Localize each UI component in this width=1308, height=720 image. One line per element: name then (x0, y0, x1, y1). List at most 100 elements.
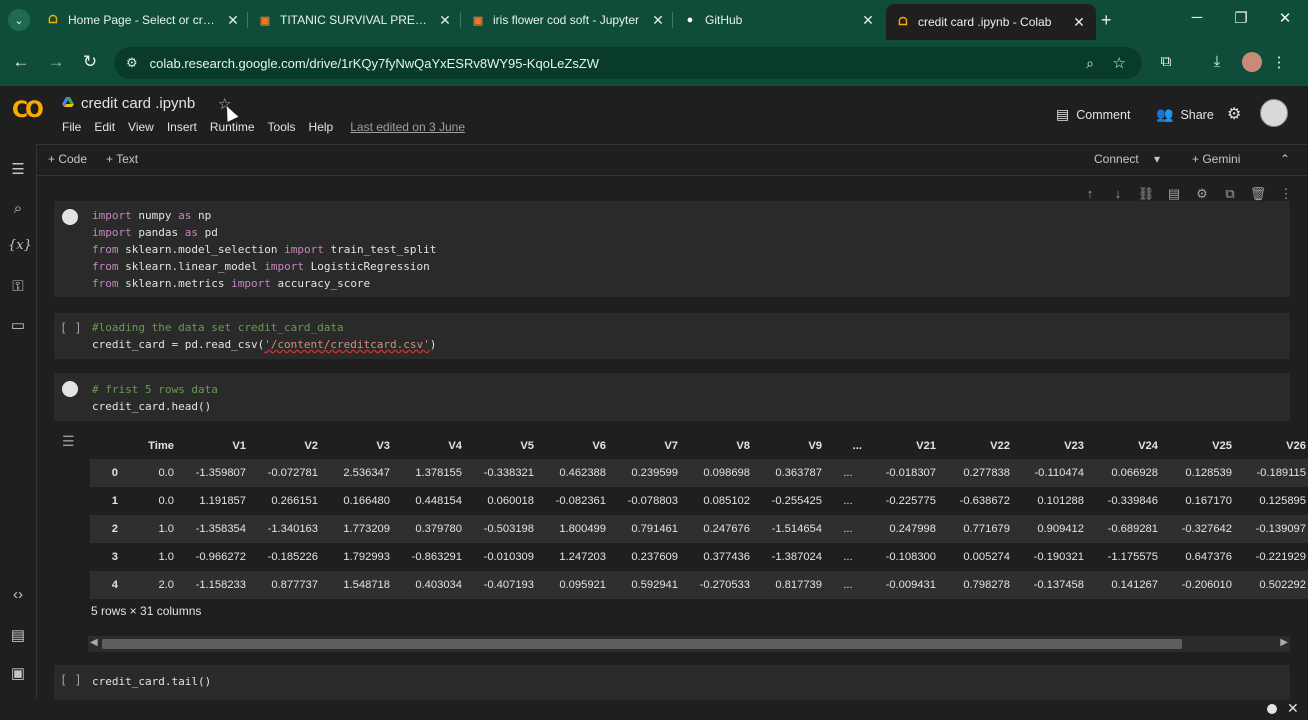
run-cell-button[interactable] (62, 381, 78, 397)
table-cell: -1.158233 (195, 579, 246, 591)
table-cell: -0.225775 (885, 495, 936, 507)
download-icon[interactable]: ⤓ (1206, 53, 1228, 70)
close-icon[interactable]: ✕ (651, 12, 665, 29)
browser-tab-iris[interactable]: ▣ iris flower cod soft - Jupyter ✕ (471, 6, 665, 34)
code-cell-load-data[interactable]: [ ] #loading the data set credit_card_da… (54, 313, 1290, 359)
back-icon[interactable]: ← (10, 52, 32, 72)
secrets-key-icon[interactable]: ⚿ (8, 278, 28, 295)
cell-settings-icon[interactable]: ⚙ (1188, 186, 1216, 202)
horizontal-scrollbar[interactable]: ◀ ▶ (88, 636, 1290, 652)
menu-runtime[interactable]: Runtime (210, 120, 255, 134)
table-cell: -1.358354 (195, 523, 246, 535)
close-panel-icon[interactable]: ✕ (1287, 700, 1299, 717)
run-cell-button[interactable]: [ ] (60, 321, 82, 335)
table-cell: 1.378155 (415, 467, 462, 479)
new-tab-icon[interactable]: + (1101, 10, 1112, 31)
menu-view[interactable]: View (128, 120, 154, 134)
add-text-button[interactable]: + Text (106, 152, 138, 166)
forward-icon[interactable]: → (45, 52, 67, 72)
move-down-icon[interactable]: ↓ (1104, 186, 1132, 202)
browser-tab-titanic[interactable]: ▣ TITANIC SURVIVAL PREDICTI ✕ (258, 6, 452, 34)
extensions-icon[interactable]: ⧉ (1155, 53, 1177, 70)
copy-icon[interactable]: ⧉ (1216, 186, 1244, 202)
menu-edit[interactable]: Edit (94, 120, 115, 134)
output-options-icon[interactable]: ☰ (62, 433, 75, 450)
delete-icon[interactable]: 🗑 (1244, 186, 1272, 202)
link-icon[interactable]: ⛓ (1132, 186, 1160, 202)
last-edited-link[interactable]: Last edited on 3 June (350, 120, 465, 134)
menu-file[interactable]: File (62, 120, 81, 134)
collapse-chevron-icon[interactable]: ⌃ (1280, 152, 1290, 166)
cell-code[interactable]: # frist 5 rows data credit_card.head() (92, 381, 218, 415)
code-cell-imports[interactable]: import numpy as np import pandas as pd f… (54, 201, 1290, 297)
command-palette-icon[interactable]: ▤ (8, 626, 28, 644)
code-cell-tail[interactable]: [ ] credit_card.tail() (54, 665, 1290, 700)
scroll-right-icon[interactable]: ▶ (1280, 637, 1288, 648)
column-header: V8 (736, 440, 750, 452)
table-cell: 0.817739 (775, 579, 822, 591)
menu-help[interactable]: Help (309, 120, 334, 134)
more-icon[interactable]: ⋮ (1272, 186, 1300, 202)
column-header: V24 (1138, 440, 1158, 452)
comment-icon[interactable]: ▤ (1160, 186, 1188, 202)
user-avatar[interactable] (1260, 99, 1288, 127)
bookmark-star-icon[interactable]: ☆ (1113, 54, 1126, 72)
close-icon[interactable]: ✕ (226, 12, 240, 29)
row-index: 0 (111, 467, 118, 479)
reload-icon[interactable]: ↻ (79, 52, 101, 72)
variables-icon[interactable]: {x} (8, 238, 32, 253)
code-string: '/content/creditcard.csv' (264, 338, 430, 351)
notebook-title[interactable]: credit card .ipynb (81, 95, 195, 112)
scroll-left-icon[interactable]: ◀ (90, 637, 98, 648)
close-icon[interactable]: ✕ (438, 12, 452, 29)
table-cell: -0.638672 (959, 495, 1010, 507)
search-icon[interactable]: ⌕ (1086, 55, 1094, 72)
address-bar[interactable]: ⚙ colab.research.google.com/drive/1rKQy7… (114, 47, 1142, 79)
table-cell: 0.448154 (415, 495, 462, 507)
tab-search-chevron-icon[interactable]: ⌄ (8, 9, 30, 31)
code-snippets-icon[interactable]: ‹› (8, 586, 28, 603)
run-cell-button[interactable] (62, 209, 78, 225)
table-cell: 0.085102 (703, 495, 750, 507)
notebook-toolbar: + Code + Text Connect ▾ + Gemini ⌃ (36, 144, 1308, 176)
table-cell: -0.503198 (483, 523, 534, 535)
menu-tools[interactable]: Tools (268, 120, 296, 134)
minimize-icon[interactable]: ─ (1182, 9, 1212, 26)
table-cell: -0.255425 (771, 495, 822, 507)
close-icon[interactable]: ✕ (861, 12, 875, 29)
tab-label: GitHub (705, 13, 743, 27)
share-button[interactable]: 👥 Share (1156, 106, 1214, 123)
scrollbar-thumb[interactable] (102, 639, 1182, 649)
connect-button[interactable]: Connect (1094, 152, 1139, 166)
restore-icon[interactable]: ❐ (1226, 9, 1256, 27)
browser-tab-home[interactable]: ᗝ Home Page - Select or create ✕ (46, 6, 240, 34)
status-indicator[interactable] (1267, 704, 1277, 714)
profile-avatar[interactable] (1242, 52, 1262, 72)
tab-label: TITANIC SURVIVAL PREDICTI (280, 13, 432, 27)
search-icon[interactable]: ⌕ (8, 200, 28, 217)
add-code-button[interactable]: + Code (48, 152, 87, 166)
cell-code[interactable]: credit_card.tail() (92, 673, 211, 690)
browser-tab-github[interactable]: ● GitHub ✕ (683, 6, 875, 34)
table-cell: -0.407193 (483, 579, 534, 591)
code-cell-head[interactable]: # frist 5 rows data credit_card.head() (54, 373, 1290, 421)
table-of-contents-icon[interactable]: ☰ (8, 160, 28, 178)
menu-insert[interactable]: Insert (167, 120, 197, 134)
window-close-icon[interactable]: ✕ (1270, 9, 1300, 27)
cell-code[interactable]: #loading the data set credit_card_data c… (92, 319, 436, 353)
files-folder-icon[interactable]: ▭ (8, 316, 28, 334)
connect-dropdown-icon[interactable]: ▾ (1154, 152, 1160, 166)
browser-menu-icon[interactable]: ⋮ (1268, 53, 1290, 71)
comment-button[interactable]: ▤ Comment (1056, 106, 1130, 123)
colab-logo[interactable]: CO (12, 98, 44, 123)
cell-code[interactable]: import numpy as np import pandas as pd f… (92, 207, 436, 292)
site-info-icon[interactable]: ⚙ (126, 55, 138, 71)
move-up-icon[interactable]: ↑ (1076, 186, 1104, 202)
terminal-icon[interactable]: ▣ (8, 664, 28, 682)
run-cell-button[interactable]: [ ] (60, 673, 82, 687)
settings-gear-icon[interactable]: ⚙ (1227, 104, 1241, 124)
gemini-button[interactable]: + Gemini (1192, 152, 1240, 166)
table-cell: 0.101288 (1037, 495, 1084, 507)
browser-tab-credit-card[interactable]: ᗝ credit card .ipynb - Colab ✕ (886, 4, 1096, 40)
close-icon[interactable]: ✕ (1072, 14, 1086, 31)
